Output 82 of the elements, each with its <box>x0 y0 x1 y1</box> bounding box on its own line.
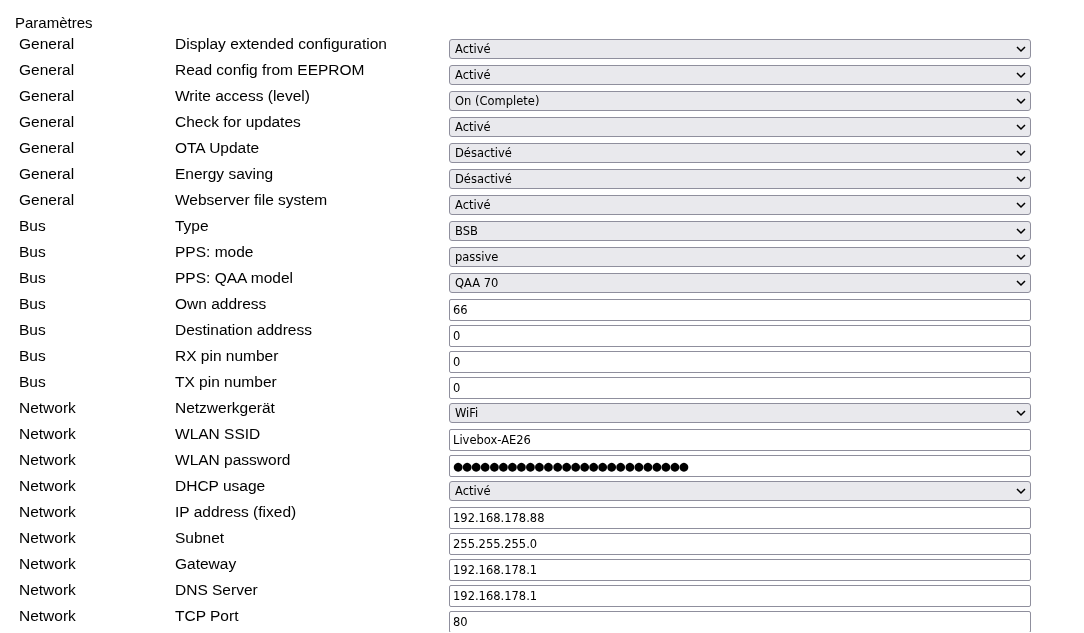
setting-label: Write access (level) <box>175 86 311 106</box>
category-label: Network <box>19 450 77 470</box>
category-label: General <box>19 138 76 158</box>
category-label: Network <box>19 554 77 574</box>
chevron-icon <box>1016 45 1026 53</box>
setting-label: PPS: QAA model <box>175 268 295 288</box>
setting-label: RX pin number <box>175 346 280 366</box>
chevron-icon <box>1016 71 1026 79</box>
input-field[interactable]: 255.255.255.0 <box>449 533 1031 555</box>
chevron-icon <box>1016 149 1026 157</box>
category-label: Network <box>19 476 77 496</box>
setting-label: DNS Server <box>175 580 259 600</box>
category-label: Bus <box>19 372 47 392</box>
category-label: Network <box>19 398 77 418</box>
chevron-icon <box>1016 123 1026 131</box>
chevron-icon <box>1016 175 1026 183</box>
category-label: General <box>19 164 76 184</box>
dropdown[interactable]: WiFi <box>449 403 1031 423</box>
input-field[interactable]: 0 <box>449 377 1031 399</box>
category-label: Bus <box>19 242 47 262</box>
dropdown[interactable]: Désactivé <box>449 143 1031 163</box>
category-label: Bus <box>19 268 47 288</box>
section-title: Paramètres <box>15 14 94 32</box>
input-field[interactable]: 192.168.178.88 <box>449 507 1031 529</box>
setting-label: WLAN password <box>175 450 292 470</box>
dropdown[interactable]: Activé <box>449 117 1031 137</box>
setting-label: Destination address <box>175 320 313 340</box>
dropdown[interactable]: QAA 70 <box>449 273 1031 293</box>
setting-label: Own address <box>175 294 268 314</box>
input-field[interactable]: 80 <box>449 611 1031 632</box>
input-field[interactable]: 192.168.178.1 <box>449 559 1031 581</box>
chevron-icon <box>1016 253 1026 261</box>
category-label: Bus <box>19 320 47 340</box>
category-label: Bus <box>19 216 47 236</box>
dropdown[interactable]: Désactivé <box>449 169 1031 189</box>
dropdown[interactable]: Activé <box>449 195 1031 215</box>
dropdown[interactable]: BSB <box>449 221 1031 241</box>
setting-label: IP address (fixed) <box>175 502 298 522</box>
input-field[interactable]: 66 <box>449 299 1031 321</box>
category-label: Bus <box>19 294 47 314</box>
setting-label: TX pin number <box>175 372 278 392</box>
setting-label: PPS: mode <box>175 242 255 262</box>
setting-label: Webserver file system <box>175 190 329 210</box>
chevron-icon <box>1016 279 1026 287</box>
setting-label: Energy saving <box>175 164 275 184</box>
password-field[interactable]: ●●●●●●●●●●●●●●●●●●●●●●●●●● <box>449 455 1031 477</box>
setting-label: Netzwerkgerät <box>175 398 276 418</box>
chevron-icon <box>1016 227 1026 235</box>
input-field[interactable]: 0 <box>449 325 1031 347</box>
chevron-icon <box>1016 487 1026 495</box>
category-label: Network <box>19 606 77 626</box>
setting-label: DHCP usage <box>175 476 267 496</box>
category-label: Network <box>19 580 77 600</box>
dropdown[interactable]: Activé <box>449 481 1031 501</box>
dropdown[interactable]: Activé <box>449 39 1031 59</box>
setting-label: TCP Port <box>175 606 240 626</box>
setting-label: Display extended configuration <box>175 34 388 54</box>
setting-label: Gateway <box>175 554 238 574</box>
dropdown[interactable]: On (Complete) <box>449 91 1031 111</box>
setting-label: OTA Update <box>175 138 261 158</box>
input-field[interactable]: 0 <box>449 351 1031 373</box>
chevron-icon <box>1016 409 1026 417</box>
chevron-icon <box>1016 97 1026 105</box>
setting-label: Type <box>175 216 210 236</box>
chevron-icon <box>1016 201 1026 209</box>
setting-label: Read config from EEPROM <box>175 60 366 80</box>
setting-label: Check for updates <box>175 112 302 132</box>
category-label: General <box>19 112 76 132</box>
category-label: General <box>19 86 76 106</box>
category-label: General <box>19 190 76 210</box>
category-label: General <box>19 34 76 54</box>
category-label: General <box>19 60 76 80</box>
category-label: Bus <box>19 346 47 366</box>
dropdown[interactable]: Activé <box>449 65 1031 85</box>
category-label: Network <box>19 528 77 548</box>
category-label: Network <box>19 424 77 444</box>
setting-label: Subnet <box>175 528 226 548</box>
input-field[interactable]: Livebox-AE26 <box>449 429 1031 451</box>
setting-label: WLAN SSID <box>175 424 262 444</box>
dropdown[interactable]: passive <box>449 247 1031 267</box>
category-label: Network <box>19 502 77 522</box>
input-field[interactable]: 192.168.178.1 <box>449 585 1031 607</box>
